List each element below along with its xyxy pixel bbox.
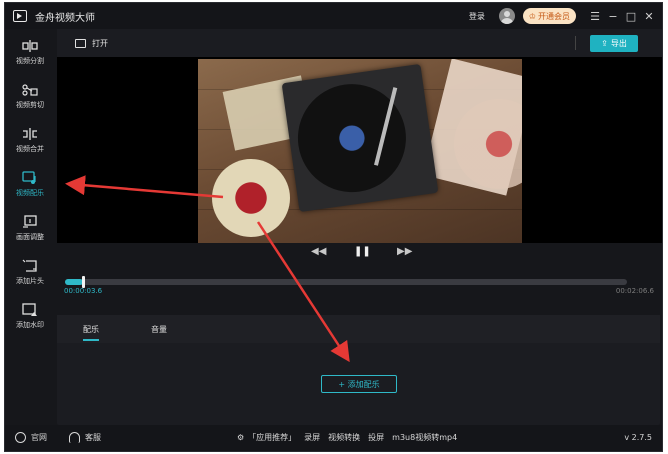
link-screen-record[interactable]: 录屏 [304, 432, 320, 443]
split-icon [22, 40, 38, 52]
support-label: 客服 [85, 433, 101, 442]
sidebar-item-label: 视频配乐 [16, 189, 44, 197]
maximize-icon[interactable]: □ [622, 10, 640, 23]
current-time: 00:00:03.6 [64, 287, 103, 295]
sidebar-item-intro[interactable]: 添加片头 [5, 253, 55, 293]
sidebar-item-label: 画面调整 [16, 233, 44, 241]
sidebar: 视频分割 视频剪切 视频合并 视频配乐 画面调整 添加片头 添加水印 [5, 29, 55, 425]
recommend-bar: ⚙ 「应用推荐」 录屏 视频转换 投屏 m3u8视频转mp4 [237, 432, 457, 443]
sidebar-item-adjust[interactable]: 画面调整 [5, 209, 55, 249]
support-link[interactable]: 客服 [69, 432, 101, 443]
progress-fill [65, 279, 83, 285]
link-m3u8[interactable]: m3u8视频转mp4 [392, 432, 457, 443]
sidebar-item-merge[interactable]: 视频合并 [5, 121, 55, 161]
add-music-button[interactable]: + 添加配乐 [321, 375, 397, 393]
rewind-icon[interactable]: ◀◀ [311, 246, 326, 257]
website-link[interactable]: 官网 [15, 432, 47, 443]
sidebar-item-label: 添加水印 [16, 321, 44, 329]
vip-label: 开通会员 [538, 11, 570, 21]
status-bar: 官网 客服 ⚙ 「应用推荐」 录屏 视频转换 投屏 m3u8视频转mp4 v 2… [5, 425, 662, 451]
music-icon [22, 171, 36, 184]
open-button[interactable]: 打开 [92, 38, 108, 49]
link-cast[interactable]: 投屏 [368, 432, 384, 443]
intro-icon [22, 259, 37, 272]
music-panel: 配乐 音量 + 添加配乐 [57, 315, 660, 425]
link-video-convert[interactable]: 视频转换 [328, 432, 360, 443]
panel-tabs: 配乐 音量 [57, 315, 660, 343]
sidebar-item-watermark[interactable]: 添加水印 [5, 297, 55, 337]
merge-icon [23, 128, 37, 140]
turntable-image [281, 63, 439, 213]
sidebar-item-label: 视频分割 [16, 57, 44, 65]
export-button[interactable]: ⇪ 导出 [590, 35, 638, 52]
version-label: v 2.7.5 [624, 433, 652, 442]
crop-icon [23, 215, 37, 228]
fast-forward-icon[interactable]: ▶▶ [397, 246, 412, 257]
headset-icon [69, 432, 80, 443]
minimize-icon[interactable]: − [604, 10, 622, 23]
sidebar-item-split[interactable]: 视频分割 [5, 33, 55, 73]
scissors-icon [22, 84, 38, 96]
tab-volume[interactable]: 音量 [151, 324, 167, 335]
sidebar-item-cut[interactable]: 视频剪切 [5, 77, 55, 117]
title-bar: 金舟视频大师 登录 ♔ 开通会员 ☰ − □ ✕ [5, 3, 662, 29]
sidebar-item-label: 视频剪切 [16, 101, 44, 109]
gift-icon: ⚙ [237, 433, 245, 442]
app-window: 金舟视频大师 登录 ♔ 开通会员 ☰ − □ ✕ 视频分割 视频剪切 视频合并 [4, 2, 663, 452]
app-title: 金舟视频大师 [35, 12, 95, 24]
tab-music[interactable]: 配乐 [83, 324, 99, 341]
folder-icon[interactable] [75, 38, 86, 48]
login-link[interactable]: 登录 [469, 11, 485, 22]
red-record-image [212, 159, 290, 237]
vip-button[interactable]: ♔ 开通会员 [522, 8, 576, 24]
pause-icon[interactable]: ❚❚ [354, 246, 371, 257]
progress-bar[interactable] [65, 276, 627, 288]
video-preview[interactable] [57, 57, 662, 243]
export-label: 导出 [610, 39, 627, 48]
globe-icon [15, 432, 26, 443]
title-bar-actions: 登录 ♔ 开通会员 ☰ − □ ✕ [469, 3, 662, 29]
website-label: 官网 [31, 433, 47, 442]
sidebar-item-label: 视频合并 [16, 145, 44, 153]
playback-controls: ◀◀ ❚❚ ▶▶ [57, 243, 662, 263]
divider [575, 36, 576, 50]
watermark-icon [22, 303, 37, 316]
total-time: 00:02:06.6 [615, 287, 654, 295]
close-icon[interactable]: ✕ [640, 10, 658, 23]
avatar[interactable] [498, 8, 515, 24]
export-icon: ⇪ [601, 39, 608, 48]
menu-icon[interactable]: ☰ [586, 10, 604, 23]
video-frame [198, 59, 522, 243]
top-toolbar: 打开 ⇪ 导出 [57, 29, 662, 57]
sidebar-item-label: 添加片头 [16, 277, 44, 285]
recommend-label: 「应用推荐」 [248, 433, 297, 442]
sidebar-item-music[interactable]: 视频配乐 [5, 165, 55, 205]
crown-icon: ♔ [528, 11, 536, 21]
app-logo-icon [13, 10, 27, 22]
